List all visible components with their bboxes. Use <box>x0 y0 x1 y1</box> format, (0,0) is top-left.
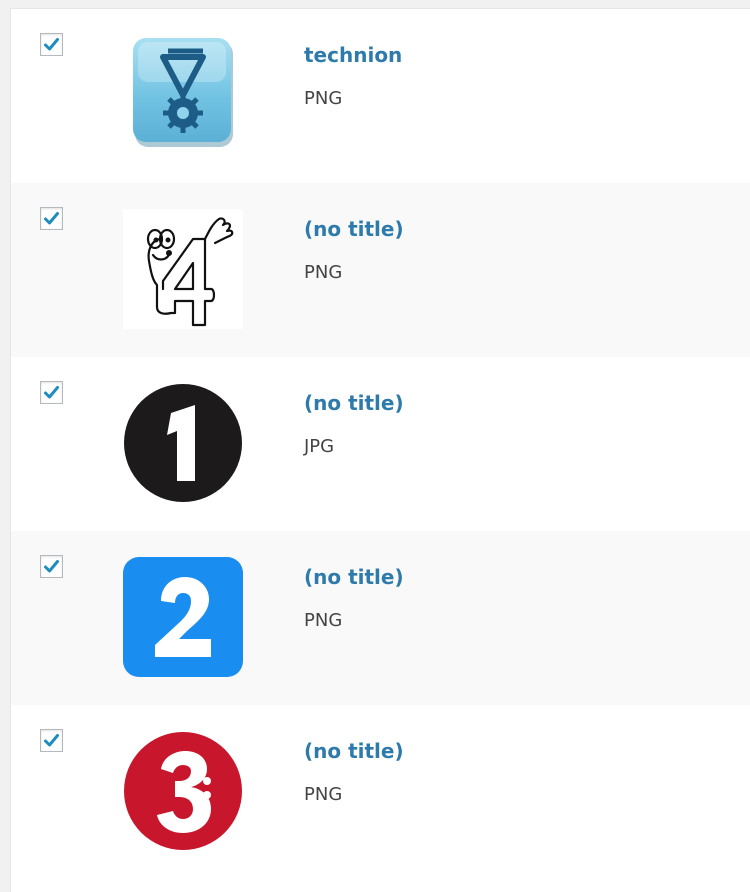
select-checkbox[interactable] <box>40 381 63 404</box>
media-file-type: JPG <box>304 436 335 457</box>
checkmark-icon <box>44 38 59 51</box>
media-row-5: (no title) PNG <box>11 705 750 879</box>
select-checkbox[interactable] <box>40 33 63 56</box>
media-thumbnail[interactable] <box>123 383 243 503</box>
technion-logo-image <box>133 38 233 147</box>
media-list: technion PNG (no title) PNG (no title) J… <box>10 8 750 892</box>
media-file-type: PNG <box>304 610 343 631</box>
media-title-link[interactable]: (no title) <box>304 217 404 241</box>
media-file-type: PNG <box>304 784 343 805</box>
media-file-type: PNG <box>304 262 343 283</box>
number-two-image <box>123 557 243 677</box>
media-file-type: PNG <box>304 88 343 109</box>
media-title-link[interactable]: technion <box>304 43 402 67</box>
cartoon-four-image <box>123 209 243 329</box>
media-row-2: (no title) PNG <box>11 183 750 357</box>
media-row-3: (no title) JPG <box>11 357 750 531</box>
media-thumbnail[interactable] <box>123 557 243 677</box>
media-title-link[interactable]: (no title) <box>304 565 404 589</box>
checkmark-icon <box>44 560 59 573</box>
media-row-4: (no title) PNG <box>11 531 750 705</box>
select-checkbox[interactable] <box>40 207 63 230</box>
media-thumbnail[interactable] <box>123 731 243 851</box>
number-three-image <box>124 732 242 850</box>
number-one-image <box>124 384 242 502</box>
checkmark-icon <box>44 212 59 225</box>
media-title-link[interactable]: (no title) <box>304 739 404 763</box>
media-row-1: technion PNG <box>11 9 750 183</box>
media-thumbnail[interactable] <box>123 209 243 329</box>
media-title-link[interactable]: (no title) <box>304 391 404 415</box>
media-thumbnail[interactable] <box>123 35 243 155</box>
checkmark-icon <box>44 734 59 747</box>
select-checkbox[interactable] <box>40 555 63 578</box>
checkmark-icon <box>44 386 59 399</box>
select-checkbox[interactable] <box>40 729 63 752</box>
